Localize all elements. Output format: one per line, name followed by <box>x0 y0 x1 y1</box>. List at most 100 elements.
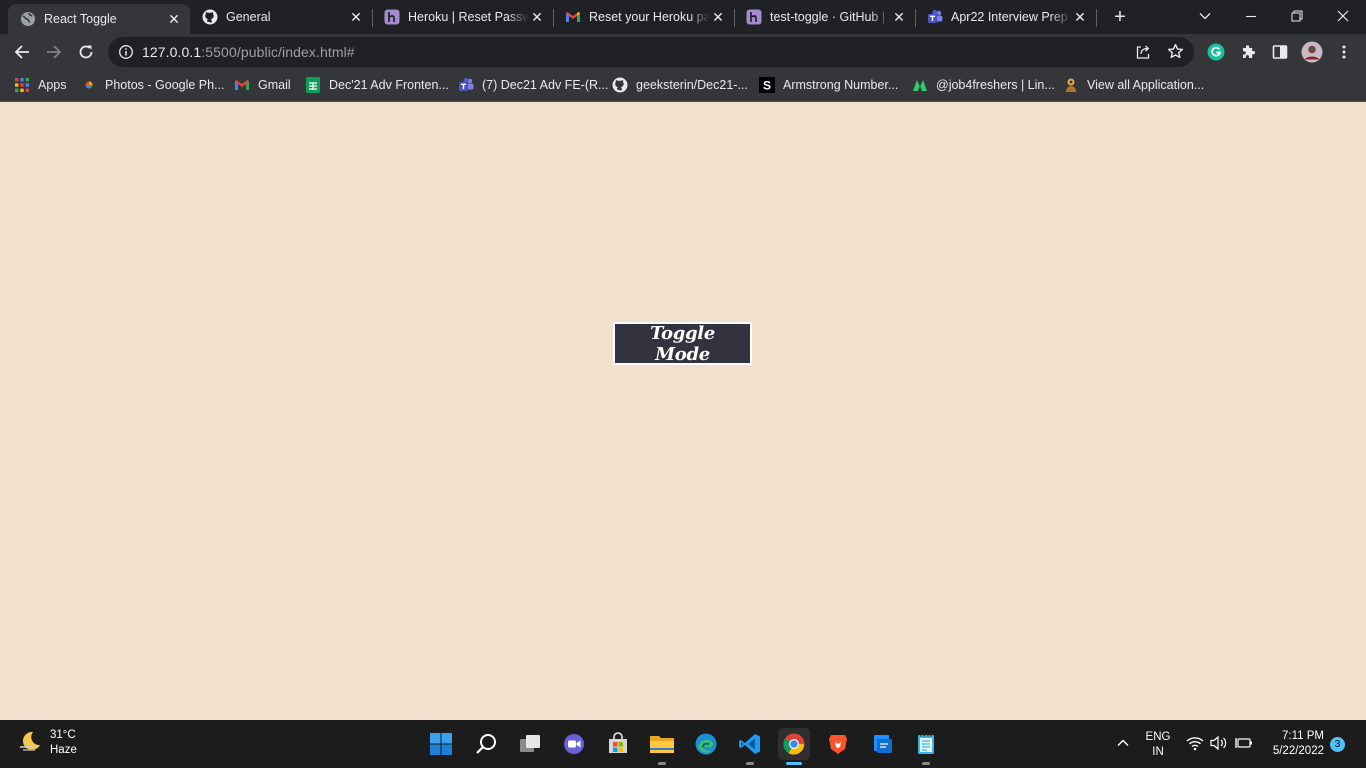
new-tab-button[interactable]: + <box>1109 6 1131 28</box>
close-icon <box>1337 10 1349 22</box>
s-square-icon: S <box>759 77 775 93</box>
bookmark-dec21-adv-fe[interactable]: (7) Dec21 Adv FE-(R... <box>458 70 608 100</box>
reload-button[interactable] <box>72 38 100 66</box>
file-explorer-button[interactable] <box>646 728 678 765</box>
bookmark-label: geeksterin/Dec21-... <box>636 78 748 92</box>
close-tab-icon[interactable]: ✕ <box>710 9 726 25</box>
apps-grid-icon <box>14 77 30 93</box>
store-icon <box>609 732 627 753</box>
bookmark-label: Photos - Google Ph... <box>105 78 225 92</box>
bookmark-job4freshers[interactable]: @job4freshers | Lin... <box>912 70 1055 100</box>
edge-icon <box>695 733 717 755</box>
chrome-button[interactable] <box>778 728 810 765</box>
task-view-button[interactable] <box>514 728 546 760</box>
brave-lion-icon <box>829 735 847 754</box>
vscode-button[interactable] <box>734 728 766 765</box>
app-logo-icon <box>1063 77 1079 93</box>
bookmark-armstrong-number[interactable]: S Armstrong Number... <box>759 70 898 100</box>
tab-title: General <box>226 10 271 24</box>
tab-react-toggle[interactable]: React Toggle ✕ <box>8 4 190 34</box>
clock[interactable]: 7:11 PM 5/22/2022 <box>1262 729 1324 759</box>
profile-avatar-icon[interactable] <box>1300 40 1324 64</box>
windows-logo-icon <box>430 733 452 755</box>
share-icon[interactable] <box>1135 44 1151 65</box>
grammarly-icon[interactable] <box>1204 40 1228 64</box>
tab-reset-heroku-password[interactable]: Reset your Heroku password ✕ <box>553 0 734 34</box>
bookmark-apps[interactable]: Apps <box>14 70 67 100</box>
tab-general[interactable]: General ✕ <box>190 0 372 34</box>
browser-toolbar: 127.0.0.1:5500/public/index.html# <box>0 34 1366 70</box>
bookmark-google-photos[interactable]: Photos - Google Ph... <box>81 70 225 100</box>
bookmark-view-all-applications[interactable]: View all Application... <box>1063 70 1204 100</box>
url-text: 127.0.0.1:5500/public/index.html# <box>142 44 355 60</box>
bookmark-dec21-frontend[interactable]: Dec'21 Adv Fronten... <box>305 70 449 100</box>
close-tab-icon[interactable]: ✕ <box>891 9 907 25</box>
tab-title: test-toggle · GitHub | Heroku <box>770 10 891 24</box>
heroku-icon <box>746 9 762 25</box>
weather-condition: Haze <box>50 744 77 756</box>
gmail-icon <box>234 77 250 93</box>
gmail-icon <box>565 9 581 25</box>
battery-icon[interactable] <box>1235 736 1253 753</box>
tab-test-toggle[interactable]: test-toggle · GitHub | Heroku ✕ <box>734 0 915 34</box>
bookmark-geeksterin[interactable]: geeksterin/Dec21-... <box>612 70 748 100</box>
tab-apr22-interview[interactable]: Apr22 Interview Prep | Microsoft Teams ✕ <box>915 0 1096 34</box>
sticky-app-button[interactable] <box>866 728 898 760</box>
svg-text:S: S <box>763 79 771 93</box>
tab-title: React Toggle <box>44 12 117 26</box>
taskbar-search-button[interactable] <box>470 728 502 760</box>
url-host: 127.0.0.1 <box>142 44 202 60</box>
language-indicator[interactable]: ENG IN <box>1144 730 1172 760</box>
notepad-button[interactable] <box>910 728 942 765</box>
chevron-up-icon <box>1117 739 1129 746</box>
show-hidden-icons-button[interactable] <box>1116 736 1130 753</box>
task-view-icon <box>520 735 540 752</box>
tab-title: Reset your Heroku password <box>589 10 710 24</box>
url-path: :5500/public/index.html# <box>201 44 355 60</box>
bookmark-gmail[interactable]: Gmail <box>234 70 291 100</box>
microsoft-store-button[interactable] <box>602 728 634 760</box>
chevron-down-icon <box>1199 13 1211 20</box>
close-window-button[interactable] <box>1320 0 1366 32</box>
google-photos-icon <box>81 77 97 93</box>
extensions-puzzle-icon[interactable] <box>1236 40 1260 64</box>
bookmarks-bar: Apps Photos - Google Ph... Gmail Dec'21 … <box>0 70 1366 102</box>
back-button[interactable] <box>8 38 36 66</box>
teams-chat-button[interactable] <box>558 728 590 760</box>
close-tab-icon[interactable]: ✕ <box>348 9 364 25</box>
notification-badge[interactable]: 3 <box>1330 737 1345 752</box>
forward-button[interactable] <box>40 38 68 66</box>
tab-heroku-reset[interactable]: Heroku | Reset Password ✕ <box>372 0 553 34</box>
clock-time: 7:11 PM <box>1282 730 1324 742</box>
close-tab-icon[interactable]: ✕ <box>166 11 182 27</box>
search-icon <box>476 734 496 754</box>
chrome-menu-icon[interactable] <box>1332 40 1356 64</box>
bookmark-label: Apps <box>38 78 67 92</box>
teams-icon <box>458 77 474 93</box>
chrome-icon <box>783 733 805 755</box>
minimize-button[interactable] <box>1228 0 1274 32</box>
address-bar[interactable]: 127.0.0.1:5500/public/index.html# <box>108 37 1194 67</box>
teams-icon <box>927 9 943 25</box>
arrow-left-icon <box>14 45 29 59</box>
info-icon[interactable] <box>118 44 134 65</box>
start-button[interactable] <box>425 728 457 760</box>
restore-button[interactable] <box>1274 0 1320 32</box>
close-tab-icon[interactable]: ✕ <box>1072 9 1088 25</box>
wifi-icon[interactable] <box>1186 735 1204 754</box>
toggle-mode-button[interactable]: Toggle Mode <box>613 322 752 365</box>
side-panel-icon[interactable] <box>1268 40 1292 64</box>
page-content: Toggle Mode <box>0 102 1366 720</box>
weather-widget[interactable]: 31°C Haze <box>18 728 77 758</box>
volume-icon[interactable] <box>1210 735 1228 754</box>
tab-search-button[interactable] <box>1182 0 1228 32</box>
brave-button[interactable] <box>822 728 854 760</box>
clock-date: 5/22/2022 <box>1272 745 1324 757</box>
edge-button[interactable] <box>690 728 722 760</box>
restore-icon <box>1291 10 1303 22</box>
close-tab-icon[interactable]: ✕ <box>529 9 545 25</box>
minimize-icon <box>1246 15 1256 18</box>
arrow-right-icon <box>47 45 62 59</box>
bookmark-star-icon[interactable] <box>1167 43 1184 65</box>
folder-icon <box>650 736 674 753</box>
